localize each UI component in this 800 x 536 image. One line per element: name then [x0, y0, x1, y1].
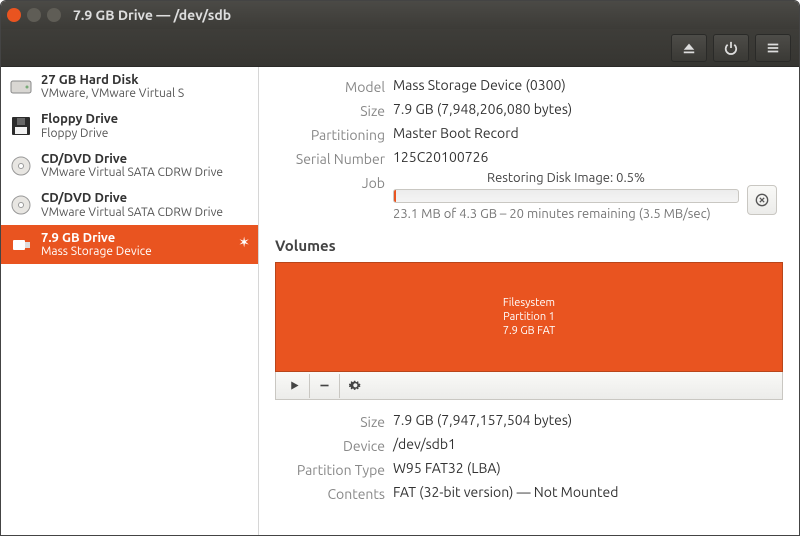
- drive-title: CD/DVD Drive: [41, 191, 223, 205]
- floppy-icon: [9, 114, 33, 138]
- label-contents: Contents: [275, 484, 385, 502]
- hamburger-menu-button[interactable]: [755, 34, 791, 62]
- cancel-job-button[interactable]: [747, 185, 777, 215]
- drive-subtitle: VMware Virtual SATA CDRW Drive: [41, 206, 223, 219]
- label-model: Model: [275, 77, 385, 95]
- value-vol-size: 7.9 GB (7,947,157,504 bytes): [393, 412, 783, 430]
- titlebar: 7.9 GB Drive — /dev/sdb: [1, 1, 799, 29]
- drive-subtitle: Floppy Drive: [41, 127, 118, 140]
- drive-title: Floppy Drive: [41, 112, 118, 126]
- volume-toolbar: [275, 372, 783, 400]
- cancel-icon: [755, 193, 769, 207]
- volume-fs-label: Filesystem: [503, 296, 555, 310]
- volumes-section-title: Volumes: [275, 237, 783, 254]
- volume-size-label: 7.9 GB FAT: [503, 324, 555, 338]
- optical-icon: [9, 154, 33, 178]
- optical-icon: [9, 193, 33, 217]
- drive-list-item-optical-1[interactable]: CD/DVD Drive VMware Virtual SATA CDRW Dr…: [1, 146, 258, 185]
- eject-icon: [682, 41, 696, 55]
- value-partitioning: Master Boot Record: [393, 125, 783, 141]
- drive-title: 27 GB Hard Disk: [41, 73, 184, 87]
- job-area: Restoring Disk Image: 0.5% 23.1 MB of 4.…: [393, 173, 739, 221]
- volume-partition-label: Partition 1: [503, 310, 555, 324]
- job-title: Restoring Disk Image: 0.5%: [393, 171, 739, 185]
- partition-options-button[interactable]: [340, 374, 370, 398]
- value-serial: 125C20100726: [393, 149, 783, 165]
- window-close-button[interactable]: [7, 8, 21, 22]
- value-size: 7.9 GB (7,948,206,080 bytes): [393, 101, 783, 117]
- drive-subtitle: Mass Storage Device: [41, 245, 152, 258]
- drive-list-item-hdd[interactable]: 27 GB Hard Disk VMware, VMware Virtual S: [1, 67, 258, 106]
- minus-icon: [318, 379, 331, 392]
- label-device: Device: [275, 436, 385, 454]
- value-model: Mass Storage Device (0300): [393, 77, 783, 93]
- window-minimize-button[interactable]: [27, 8, 41, 22]
- drive-title: 7.9 GB Drive: [41, 231, 152, 245]
- drive-list: 27 GB Hard Disk VMware, VMware Virtual S…: [1, 67, 259, 535]
- label-vol-size: Size: [275, 412, 385, 430]
- usb-icon: [9, 233, 33, 257]
- drive-subtitle: VMware, VMware Virtual S: [41, 87, 184, 100]
- volume-partition[interactable]: Filesystem Partition 1 7.9 GB FAT: [275, 262, 783, 372]
- gear-icon: [349, 379, 362, 392]
- drive-list-item-optical-2[interactable]: CD/DVD Drive VMware Virtual SATA CDRW Dr…: [1, 185, 258, 224]
- value-device: /dev/sdb1: [393, 436, 783, 454]
- label-partitioning: Partitioning: [275, 125, 385, 143]
- label-ptype: Partition Type: [275, 460, 385, 478]
- power-off-button[interactable]: [713, 34, 749, 62]
- window-title: 7.9 GB Drive — /dev/sdb: [73, 7, 231, 23]
- value-ptype: W95 FAT32 (LBA): [393, 460, 783, 478]
- label-size: Size: [275, 101, 385, 119]
- drive-subtitle: VMware Virtual SATA CDRW Drive: [41, 166, 223, 179]
- job-status: 23.1 MB of 4.3 GB – 20 minutes remaining…: [393, 207, 739, 221]
- disks-window: 7.9 GB Drive — /dev/sdb 27 GB Hard Disk …: [0, 0, 800, 536]
- busy-icon: ✶: [238, 234, 250, 251]
- drive-title: CD/DVD Drive: [41, 152, 223, 166]
- play-icon: [288, 379, 301, 392]
- drive-list-item-floppy[interactable]: Floppy Drive Floppy Drive: [1, 106, 258, 145]
- drive-list-item-usb[interactable]: 7.9 GB Drive Mass Storage Device ✶: [1, 225, 258, 264]
- job-progress-bar: [393, 189, 739, 203]
- value-contents: FAT (32-bit version) — Not Mounted: [393, 484, 783, 502]
- hamburger-icon: [766, 41, 780, 55]
- header-toolbar: [1, 29, 799, 67]
- delete-partition-button[interactable]: [310, 374, 340, 398]
- drive-detail-pane: Model Mass Storage Device (0300) Size 7.…: [259, 67, 799, 535]
- window-maximize-button[interactable]: [47, 8, 61, 22]
- hdd-icon: [9, 75, 33, 99]
- label-serial: Serial Number: [275, 149, 385, 167]
- mount-button[interactable]: [280, 374, 310, 398]
- label-job: Job: [275, 173, 385, 191]
- power-icon: [724, 41, 738, 55]
- eject-button[interactable]: [671, 34, 707, 62]
